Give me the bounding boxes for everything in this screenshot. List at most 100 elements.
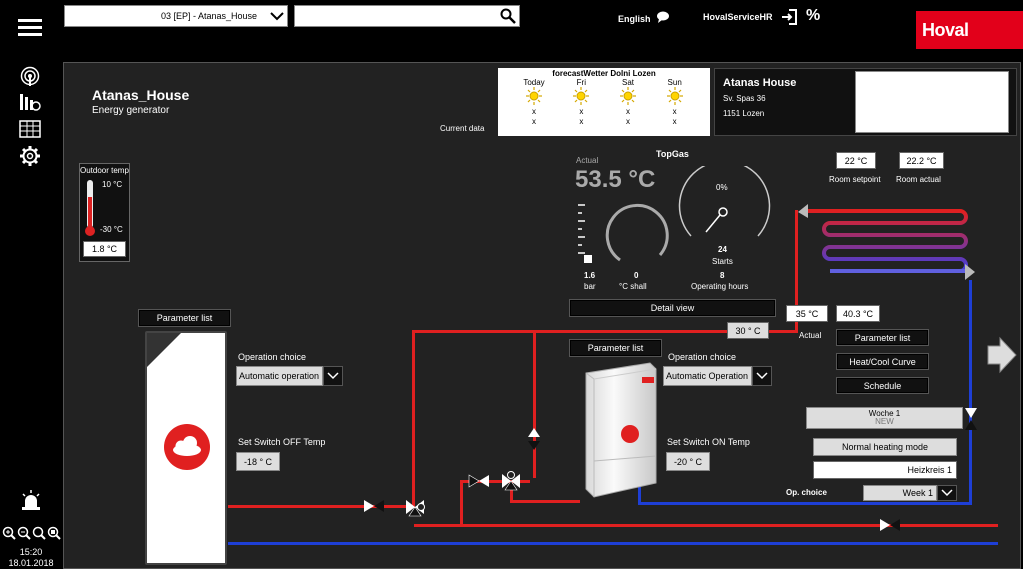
sun-icon	[618, 87, 638, 107]
forecast-day: Sat x x	[618, 78, 638, 126]
op-choice-select[interactable]: Week 1	[863, 485, 957, 501]
boiler-op-select[interactable]: Automatic Operation	[663, 366, 772, 386]
unit-corner-icon	[147, 333, 181, 367]
percent-icon[interactable]: %	[806, 7, 820, 25]
menu-icon[interactable]	[18, 18, 42, 38]
left-unit-parameter-list-button[interactable]: Parameter list	[138, 309, 231, 327]
flow-target-value: 40.3 °C	[836, 305, 880, 322]
outdoor-temp-panel: Outdoor temp 10 °C -30 °C 1.8 °C	[79, 163, 130, 262]
alarm-icon[interactable]	[20, 490, 42, 513]
actual-label: Actual	[576, 156, 599, 165]
site-select-value: 03 [EP] - Atanas_House	[160, 11, 257, 21]
chevron-down-icon	[752, 366, 772, 386]
pipe-hc-return-up	[969, 280, 972, 505]
forecast-value-2: x	[672, 116, 677, 126]
zoom-out-icon[interactable]	[17, 526, 31, 543]
starts-label: Starts	[712, 257, 733, 266]
room-setpoint-value: 22 °C	[836, 152, 876, 169]
brand-logo-text: Hoval	[922, 19, 969, 40]
plant-icon[interactable]	[19, 92, 41, 115]
forecast-panel: forecastWetter Dolni Lozen Today x x Fri x x S…	[498, 68, 710, 136]
signal-icon[interactable]	[19, 66, 41, 89]
site-select[interactable]: 03 [EP] - Atanas_House	[64, 5, 288, 27]
valve-mixer-icon	[468, 474, 489, 488]
forecast-value-2: x	[626, 116, 630, 126]
setpoint-value: 0	[634, 271, 639, 280]
left-unit-switch-value[interactable]: -18 ° C	[236, 452, 280, 471]
table-icon[interactable]	[19, 120, 41, 141]
address-name: Atanas House	[723, 77, 797, 89]
heating-mode-box: Normal heating mode	[813, 438, 957, 456]
boiler-parameter-list-button[interactable]: Parameter list	[569, 339, 662, 357]
detail-view-button[interactable]: Detail view	[569, 299, 776, 317]
left-unit-op-value: Automatic operation	[236, 366, 323, 386]
floor-heating-coil	[798, 204, 975, 280]
boiler-unit[interactable]	[576, 361, 662, 499]
pipe-to-hc	[766, 330, 798, 333]
chevron-down-icon	[267, 11, 287, 21]
forecast-value-1: x	[579, 107, 584, 117]
mixing-valve-boiler-icon	[502, 471, 520, 491]
forecast-day: Fri x x	[571, 78, 591, 126]
boiler-switch-label: Set Switch ON Temp	[667, 437, 750, 447]
notes-field[interactable]	[855, 71, 1009, 133]
language-label: English	[618, 13, 651, 24]
pipe-main-top	[412, 330, 728, 333]
left-unit-op-select[interactable]: Automatic operation	[236, 366, 343, 386]
circuit-name-box: Heizkreis 1	[813, 461, 957, 479]
search-input[interactable]	[295, 7, 497, 25]
setpoint-gauge	[605, 203, 669, 262]
zoom-reset-icon[interactable]	[47, 526, 61, 543]
modulation-gauge	[678, 166, 771, 237]
logout-icon[interactable]	[781, 9, 797, 28]
sun-icon	[571, 87, 591, 107]
thermometer-icon	[85, 180, 95, 236]
user-label: HovalServiceHR	[703, 12, 773, 22]
brand-logo: Hoval	[916, 11, 1023, 49]
zoom-in-icon[interactable]	[2, 526, 16, 543]
pressure-unit: bar	[584, 282, 596, 291]
forecast-title: forecastWetter Dolni Lozen	[552, 69, 656, 78]
week-program-box[interactable]: Woche 1 NEW	[806, 407, 963, 429]
circuit-parameter-list-button[interactable]: Parameter list	[836, 329, 929, 346]
actual-temp-value: 53.5 °C	[575, 166, 656, 193]
op-choice-label: Op. choice	[786, 488, 827, 497]
forecast-value-1: x	[626, 107, 630, 117]
chevron-down-icon	[323, 366, 343, 386]
gear-icon[interactable]	[19, 145, 41, 170]
return-temp-value: 30 ° C	[727, 322, 769, 339]
schedule-button[interactable]: Schedule	[836, 377, 929, 394]
valve-hc-return-icon	[965, 408, 977, 430]
forecast-day: Sun x x	[665, 78, 685, 126]
valve-return-icon	[880, 519, 900, 531]
pipe-return-main	[228, 542, 998, 545]
zoom-fit-icon[interactable]	[32, 526, 46, 543]
chevron-down-icon	[937, 485, 957, 501]
room-setpoint-label: Room setpoint	[829, 175, 881, 184]
forecast-label: Current data	[440, 124, 485, 133]
forecast-value-2: x	[579, 116, 584, 126]
clock-date: 18.01.2018	[8, 558, 54, 568]
search-field[interactable]	[294, 5, 520, 27]
flow-actual-value: 35 °C	[786, 305, 828, 322]
search-icon[interactable]	[497, 8, 519, 24]
room-actual-label: Room actual	[896, 175, 941, 184]
next-page-arrow-icon[interactable]	[986, 336, 1018, 377]
heat-cool-curve-button[interactable]: Heat/Cool Curve	[836, 353, 929, 370]
forecast-day-label: Sat	[621, 78, 634, 87]
hours-label: Operating hours	[691, 282, 749, 291]
mixing-valve-left-icon	[406, 500, 425, 517]
zoom-controls	[2, 526, 61, 543]
address-city: 1151 Lozen	[723, 109, 765, 118]
week-program-sub: NEW	[875, 417, 894, 426]
valve-boiler-riser-icon	[528, 428, 540, 450]
language-selector[interactable]: English	[618, 11, 670, 26]
pipe-main-vertical	[412, 330, 415, 508]
sun-icon	[524, 87, 544, 107]
left-unit-body[interactable]	[145, 331, 227, 565]
outdoor-temp-label: Outdoor temp	[80, 166, 129, 175]
pressure-gauge	[578, 204, 592, 263]
boiler-switch-value[interactable]: -20 ° C	[666, 452, 710, 471]
setpoint-unit: °C shall	[619, 282, 647, 291]
boiler-op-label: Operation choice	[668, 352, 737, 362]
